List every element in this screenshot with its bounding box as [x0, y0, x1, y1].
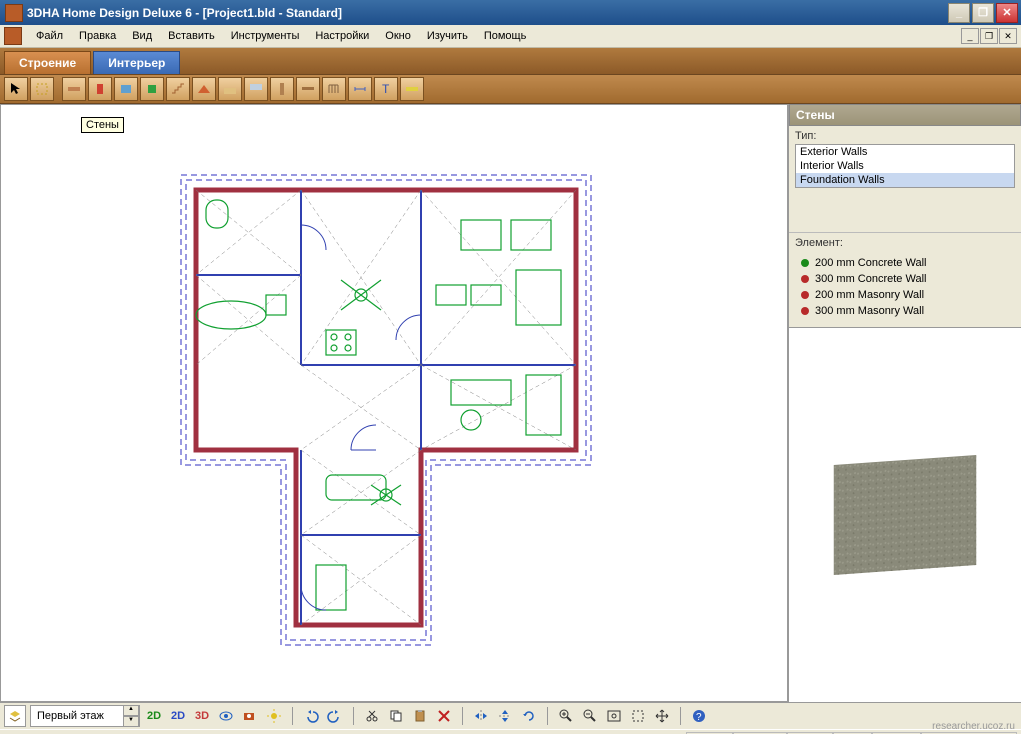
menu-insert[interactable]: Вставить	[160, 28, 223, 44]
delete-icon[interactable]	[434, 706, 454, 726]
mdi-restore-button[interactable]: ❐	[980, 28, 998, 44]
type-label: Тип:	[795, 130, 1015, 142]
help-icon[interactable]: ?	[689, 706, 709, 726]
properties-panel: Стены Тип: Exterior Walls Interior Walls…	[788, 104, 1021, 702]
tool-stairs[interactable]	[166, 77, 190, 101]
sun-icon[interactable]	[264, 706, 284, 726]
tool-beam[interactable]	[296, 77, 320, 101]
element-item-2[interactable]: 200 mm Masonry Wall	[795, 287, 1015, 303]
tool-railing[interactable]	[322, 77, 346, 101]
redo-icon[interactable]	[325, 706, 345, 726]
menu-help[interactable]: Помощь	[476, 28, 535, 44]
element-label-1: 300 mm Concrete Wall	[815, 273, 926, 285]
menu-window[interactable]: Окно	[377, 28, 419, 44]
type-foundation[interactable]: Foundation Walls	[796, 173, 1014, 187]
element-label: Элемент:	[795, 237, 1015, 249]
copy-icon[interactable]	[386, 706, 406, 726]
title-bar: 3DHA Home Design Deluxe 6 - [Project1.bl…	[0, 0, 1021, 25]
tool-roof[interactable]	[192, 77, 216, 101]
floor-down-button[interactable]: ▼	[123, 716, 139, 727]
floor-plan-drawing	[171, 165, 611, 665]
mdi-minimize-button[interactable]: _	[961, 28, 979, 44]
rotate-icon[interactable]	[519, 706, 539, 726]
menu-view[interactable]: Вид	[124, 28, 160, 44]
tool-text[interactable]: T	[374, 77, 398, 101]
mirror-h-icon[interactable]	[471, 706, 491, 726]
tool-floor[interactable]	[218, 77, 242, 101]
tool-opening[interactable]	[140, 77, 164, 101]
zoom-in-icon[interactable]	[556, 706, 576, 726]
floor-selector[interactable]: Первый этаж ▲ ▼	[30, 705, 140, 727]
status-dot-icon	[801, 275, 809, 283]
layer-button[interactable]	[4, 705, 26, 727]
maximize-button[interactable]: ❐	[972, 3, 994, 23]
zoom-fit-icon[interactable]	[604, 706, 624, 726]
minimize-button[interactable]: _	[948, 3, 970, 23]
close-button[interactable]: ✕	[996, 3, 1018, 23]
zoom-window-icon[interactable]	[628, 706, 648, 726]
window-title: 3DHA Home Design Deluxe 6 - [Project1.bl…	[27, 6, 948, 20]
element-list[interactable]: 200 mm Concrete Wall 300 mm Concrete Wal…	[795, 251, 1015, 323]
zoom-out-icon[interactable]	[580, 706, 600, 726]
element-item-3[interactable]: 300 mm Masonry Wall	[795, 303, 1015, 319]
eye-icon[interactable]	[216, 706, 236, 726]
watermark: researcher.ucoz.ru	[932, 721, 1015, 732]
toolbar: T	[0, 75, 1021, 104]
type-exterior[interactable]: Exterior Walls	[796, 145, 1014, 159]
tab-interior[interactable]: Интерьер	[93, 51, 180, 74]
floor-up-button[interactable]: ▲	[123, 705, 139, 716]
type-list[interactable]: Exterior Walls Interior Walls Foundation…	[795, 144, 1015, 188]
app-icon	[5, 4, 23, 22]
tool-window[interactable]	[114, 77, 138, 101]
status-dot-icon	[801, 307, 809, 315]
menu-learn[interactable]: Изучить	[419, 28, 476, 44]
menu-bar: Файл Правка Вид Вставить Инструменты Нас…	[0, 25, 1021, 48]
cut-icon[interactable]	[362, 706, 382, 726]
mirror-v-icon[interactable]	[495, 706, 515, 726]
element-item-1[interactable]: 300 mm Concrete Wall	[795, 271, 1015, 287]
tab-structure[interactable]: Строение	[4, 51, 91, 74]
menu-tools[interactable]: Инструменты	[223, 28, 308, 44]
menu-settings[interactable]: Настройки	[307, 28, 377, 44]
tool-column[interactable]	[270, 77, 294, 101]
tool-dimension[interactable]	[348, 77, 372, 101]
mdi-close-button[interactable]: ✕	[999, 28, 1017, 44]
menu-app-icon	[4, 27, 22, 45]
undo-icon[interactable]	[301, 706, 321, 726]
element-label-3: 300 mm Masonry Wall	[815, 305, 924, 317]
mode-tabs: Строение Интерьер	[0, 48, 1021, 75]
tool-pointer[interactable]	[4, 77, 28, 101]
view-3d-button[interactable]: 3D	[192, 706, 212, 726]
floor-value: Первый этаж	[31, 710, 123, 722]
tool-ceiling[interactable]	[244, 77, 268, 101]
paste-icon[interactable]	[410, 706, 430, 726]
status-dot-icon	[801, 291, 809, 299]
status-dot-icon	[801, 259, 809, 267]
material-preview	[789, 327, 1021, 702]
tool-wall[interactable]	[62, 77, 86, 101]
tool-select-area[interactable]	[30, 77, 54, 101]
texture-sample	[834, 455, 977, 575]
view-2d-button[interactable]: 2D	[144, 706, 164, 726]
view-toolbar: Первый этаж ▲ ▼ 2D 2D 3D ?	[0, 702, 1021, 729]
element-label-2: 200 mm Masonry Wall	[815, 289, 924, 301]
drawing-canvas[interactable]: Стены	[0, 104, 788, 702]
panel-title: Стены	[789, 104, 1021, 126]
type-interior[interactable]: Interior Walls	[796, 159, 1014, 173]
svg-text:T: T	[382, 82, 390, 96]
svg-text:?: ?	[696, 712, 702, 723]
tool-door[interactable]	[88, 77, 112, 101]
menu-edit[interactable]: Правка	[71, 28, 124, 44]
camera-icon[interactable]	[240, 706, 260, 726]
menu-file[interactable]: Файл	[28, 28, 71, 44]
canvas-tooltip: Стены	[81, 117, 124, 133]
element-label-0: 200 mm Concrete Wall	[815, 257, 926, 269]
tool-measure[interactable]	[400, 77, 424, 101]
pan-icon[interactable]	[652, 706, 672, 726]
view-2d-color-button[interactable]: 2D	[168, 706, 188, 726]
element-item-0[interactable]: 200 mm Concrete Wall	[795, 255, 1015, 271]
status-bar: Вставляет стены в проект СЕТКА ОБЪЕКТ УГ…	[0, 729, 1021, 734]
